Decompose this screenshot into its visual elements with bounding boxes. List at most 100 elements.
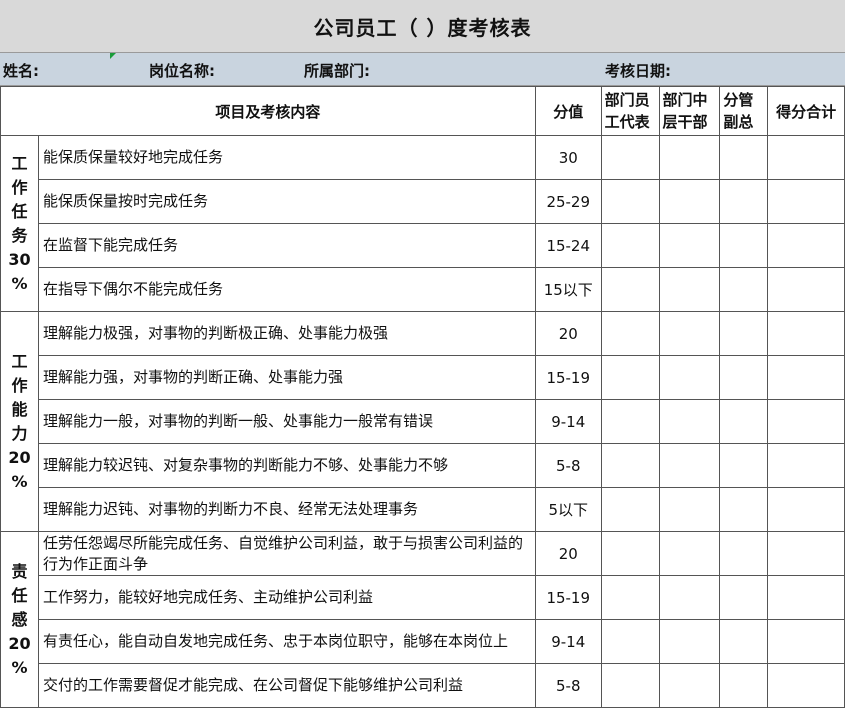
rater-staff-input[interactable] [600, 575, 660, 620]
item-description-text: 有责任心，能自动自发地完成任务、忠于本岗位职守，能够在本岗位上 [42, 632, 508, 650]
total-input[interactable] [767, 267, 845, 312]
item-description: 理解能力一般，对事物的判断一般、处事能力一般常有错误 [37, 399, 536, 444]
rater-staff-input[interactable] [600, 179, 660, 224]
table-row: 理解能力一般，对事物的判断一般、处事能力一般常有错误 9-14 [1, 399, 845, 444]
item-description: 能保质保量按时完成任务 [37, 179, 536, 224]
rater-vp-input[interactable] [719, 531, 769, 576]
score-value: 15-24 [534, 223, 602, 268]
rater-middle-input[interactable] [658, 663, 721, 708]
table-row: 交付的工作需要督促才能完成、在公司督促下能够维护公司利益 5-8 [1, 663, 845, 708]
item-description: 理解能力较迟钝、对复杂事物的判断能力不够、处事能力不够 [37, 443, 536, 488]
rater-middle-input[interactable] [658, 487, 721, 532]
total-input[interactable] [767, 487, 845, 532]
rater-vp-input[interactable] [719, 663, 769, 708]
score-value: 9-14 [534, 619, 602, 664]
header-total: 得分合计 [767, 86, 845, 136]
rater-vp-input[interactable] [719, 267, 769, 312]
total-input[interactable] [767, 311, 845, 356]
table-row: 责任感 20% 任劳任怨竭尽所能完成任务、自觉维护公司利益，敢于与损害公司利益的行为… [0, 531, 845, 708]
score-value: 5-8 [534, 663, 602, 708]
rater-middle-input[interactable] [658, 223, 721, 268]
score-value: 15-19 [534, 355, 602, 400]
total-input[interactable] [767, 575, 845, 620]
score-value: 30 [534, 135, 602, 180]
rater-middle-input[interactable] [658, 531, 721, 576]
item-description: 能保质保量较好地完成任务 [37, 135, 536, 180]
category-cell: 工作能力 20% [0, 311, 39, 532]
table-row: 工作努力，能较好地完成任务、主动维护公司利益 15-19 [1, 575, 845, 620]
rater-vp-input[interactable] [719, 575, 769, 620]
rater-middle-input[interactable] [658, 355, 721, 400]
rater-middle-input[interactable] [658, 179, 721, 224]
item-description: 在监督下能完成任务 [37, 223, 536, 268]
rater-staff-input[interactable] [600, 135, 660, 180]
total-input[interactable] [767, 355, 845, 400]
category-char: 工 [11, 153, 28, 173]
rater-staff-input[interactable] [600, 443, 660, 488]
rater-staff-input[interactable] [600, 531, 660, 576]
item-description: 工作努力，能较好地完成任务、主动维护公司利益 [37, 575, 536, 620]
rater-staff-input[interactable] [600, 619, 660, 664]
item-description: 理解能力极强，对事物的判断极正确、处事能力极强 [37, 311, 536, 356]
rater-vp-input[interactable] [719, 311, 769, 356]
assessment-table: 项目及考核内容 分值 部门员 工代表 部门中 层干部 分管 副总 得分合计 工作… [0, 86, 845, 708]
rater-vp-input[interactable] [719, 179, 769, 224]
total-input[interactable] [767, 179, 845, 224]
item-description-text: 理解能力强，对事物的判断正确、处事能力强 [42, 368, 343, 386]
total-input[interactable] [767, 443, 845, 488]
table-row: 理解能力强，对事物的判断正确、处事能力强 15-19 [1, 355, 845, 400]
score-value: 9-14 [534, 399, 602, 444]
item-description-text: 理解能力极强，对事物的判断极正确、处事能力极强 [42, 324, 388, 342]
category-char: 任 [11, 201, 28, 221]
rater-middle-input[interactable] [658, 575, 721, 620]
category-char: 感 [11, 609, 28, 629]
rater-staff-input[interactable] [600, 311, 660, 356]
table-body: 工作任务 30% 能保质保量较好地完成任务 30 能保质保量按时完成任务 25-29 在监督… [0, 135, 845, 708]
comment-marker-icon [110, 53, 116, 59]
score-value: 5以下 [534, 487, 602, 532]
item-description-text: 交付的工作需要督促才能完成、在公司督促下能够维护公司利益 [42, 676, 463, 694]
rater-middle-input[interactable] [658, 399, 721, 444]
total-input[interactable] [767, 619, 845, 664]
score-value: 5-8 [534, 443, 602, 488]
rater-middle-input[interactable] [658, 311, 721, 356]
category-char: 工 [11, 351, 28, 371]
rater-vp-input[interactable] [719, 223, 769, 268]
rater-staff-input[interactable] [600, 267, 660, 312]
rater-vp-input[interactable] [719, 443, 769, 488]
rater-vp-input[interactable] [719, 619, 769, 664]
rater-staff-input[interactable] [600, 355, 660, 400]
total-input[interactable] [767, 399, 845, 444]
date-label: 考核日期: [605, 62, 671, 80]
rater-vp-input[interactable] [719, 399, 769, 444]
total-input[interactable] [767, 135, 845, 180]
category-char: % [11, 657, 28, 677]
item-description-text: 理解能力迟钝、对事物的判断力不良、经常无法处理事务 [42, 500, 418, 518]
item-description-text: 任劳任怨竭尽所能完成任务、自觉维护公司利益，敢于与损害公司利益的行为作正面斗争 [42, 533, 523, 573]
rater-middle-input[interactable] [658, 443, 721, 488]
category-char: 作 [11, 375, 28, 395]
rater-staff-input[interactable] [600, 663, 660, 708]
category-char: 任 [11, 585, 28, 605]
score-value: 20 [534, 531, 602, 576]
rater-middle-input[interactable] [658, 135, 721, 180]
category-char: 30 [8, 249, 31, 269]
rater-vp-input[interactable] [719, 487, 769, 532]
category-char: 能 [11, 399, 28, 419]
category-char: 务 [11, 225, 28, 245]
rater-middle-input[interactable] [658, 619, 721, 664]
category-char: 20 [8, 447, 31, 467]
total-input[interactable] [767, 663, 845, 708]
rater-vp-input[interactable] [719, 355, 769, 400]
info-bar: 姓名: 岗位名称: 所属部门: 考核日期: [0, 53, 845, 86]
rater-staff-input[interactable] [600, 223, 660, 268]
total-input[interactable] [767, 223, 845, 268]
total-input[interactable] [767, 531, 845, 576]
rater-staff-input[interactable] [600, 487, 660, 532]
rater-staff-input[interactable] [600, 399, 660, 444]
rater-middle-input[interactable] [658, 267, 721, 312]
header-item: 项目及考核内容 [0, 86, 536, 136]
category-char: % [11, 273, 28, 293]
header-rater-middle: 部门中 层干部 [658, 86, 721, 136]
rater-vp-input[interactable] [719, 135, 769, 180]
